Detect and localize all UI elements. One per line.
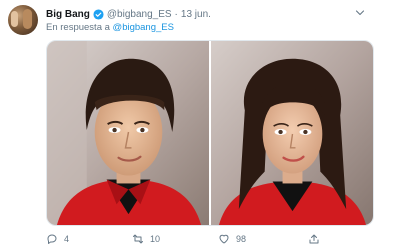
photo-left[interactable] [47,41,209,225]
retweet-icon [133,234,143,244]
separator-dot: · [174,8,178,20]
verified-icon [93,8,104,20]
reply-button[interactable]: 4 [46,232,69,246]
author-name[interactable]: Big Bang [46,9,90,20]
retweet-count: 10 [150,234,161,244]
caret-down-icon[interactable] [354,7,366,19]
like-count: 98 [236,234,247,244]
like-button[interactable]: 98 [218,232,246,246]
tweet-date[interactable]: 13 jun. [181,9,211,20]
tweet-media[interactable] [46,40,374,226]
photo-right[interactable] [211,41,373,225]
reply-prefix: En respuesta a [46,22,110,33]
like-icon [219,234,229,244]
tweet-header: Big Bang @bigbang_ES · 13 jun. [46,6,388,22]
reply-context: En respuesta a @bigbang_ES [46,22,174,33]
retweet-button[interactable]: 10 [132,232,160,246]
reply-icon [47,234,57,244]
share-icon [309,234,319,244]
share-button[interactable] [308,232,326,246]
reply-count: 4 [64,234,70,244]
author-handle[interactable]: @bigbang_ES [107,9,172,20]
reply-mention-link[interactable]: @bigbang_ES [113,22,174,33]
tweet-actions: 4 10 98 [46,232,346,246]
tweet[interactable]: Big Bang @bigbang_ES · 13 jun. En respue… [0,0,396,252]
avatar[interactable] [8,5,38,35]
